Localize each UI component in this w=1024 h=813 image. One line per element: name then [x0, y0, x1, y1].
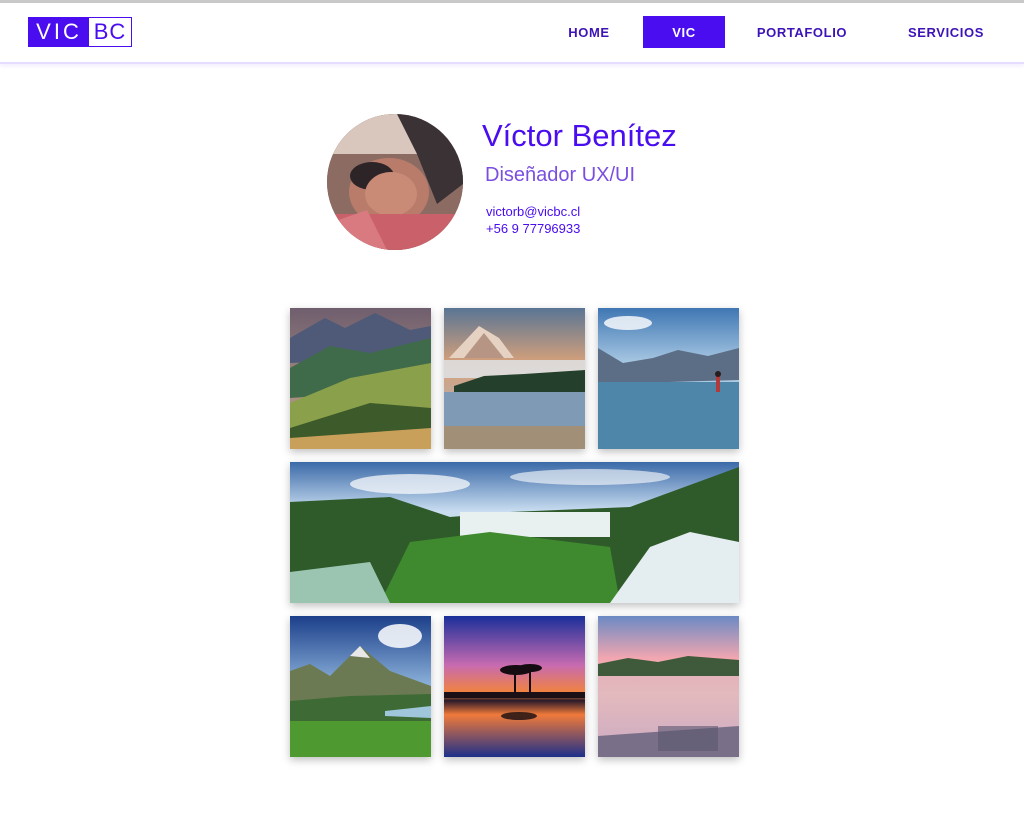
phone-link[interactable]: +56 9 77796933 — [486, 221, 580, 236]
nav-portafolio[interactable]: PORTAFOLIO — [748, 16, 856, 48]
email-link[interactable]: victorb@vicbc.cl — [486, 204, 580, 219]
profile-role: Diseñador UX/UI — [485, 164, 636, 186]
gallery-image-hills[interactable] — [290, 308, 431, 449]
site-header: VIC BC HOME VIC PORTAFOLIO SERVICIOS — [0, 3, 1024, 64]
gallery-image-alpine[interactable] — [290, 616, 431, 757]
profile-avatar — [327, 114, 463, 250]
gallery-image-waterfalls[interactable] — [290, 462, 739, 603]
nav-home[interactable]: HOME — [558, 16, 620, 48]
gallery-image-misty-lake[interactable] — [444, 308, 585, 449]
nav-vic[interactable]: VIC — [643, 16, 725, 48]
gallery-image-paddleboard[interactable] — [598, 308, 739, 449]
site-logo[interactable]: VIC BC — [28, 17, 132, 47]
gallery-image-pink-lake[interactable] — [598, 616, 739, 757]
nav-servicios[interactable]: SERVICIOS — [897, 16, 995, 48]
logo-part-vic: VIC — [29, 18, 89, 46]
profile-name: Víctor Benítez — [482, 118, 677, 153]
gallery-image-sunset-tree[interactable] — [444, 616, 585, 757]
logo-part-bc: BC — [93, 19, 127, 44]
